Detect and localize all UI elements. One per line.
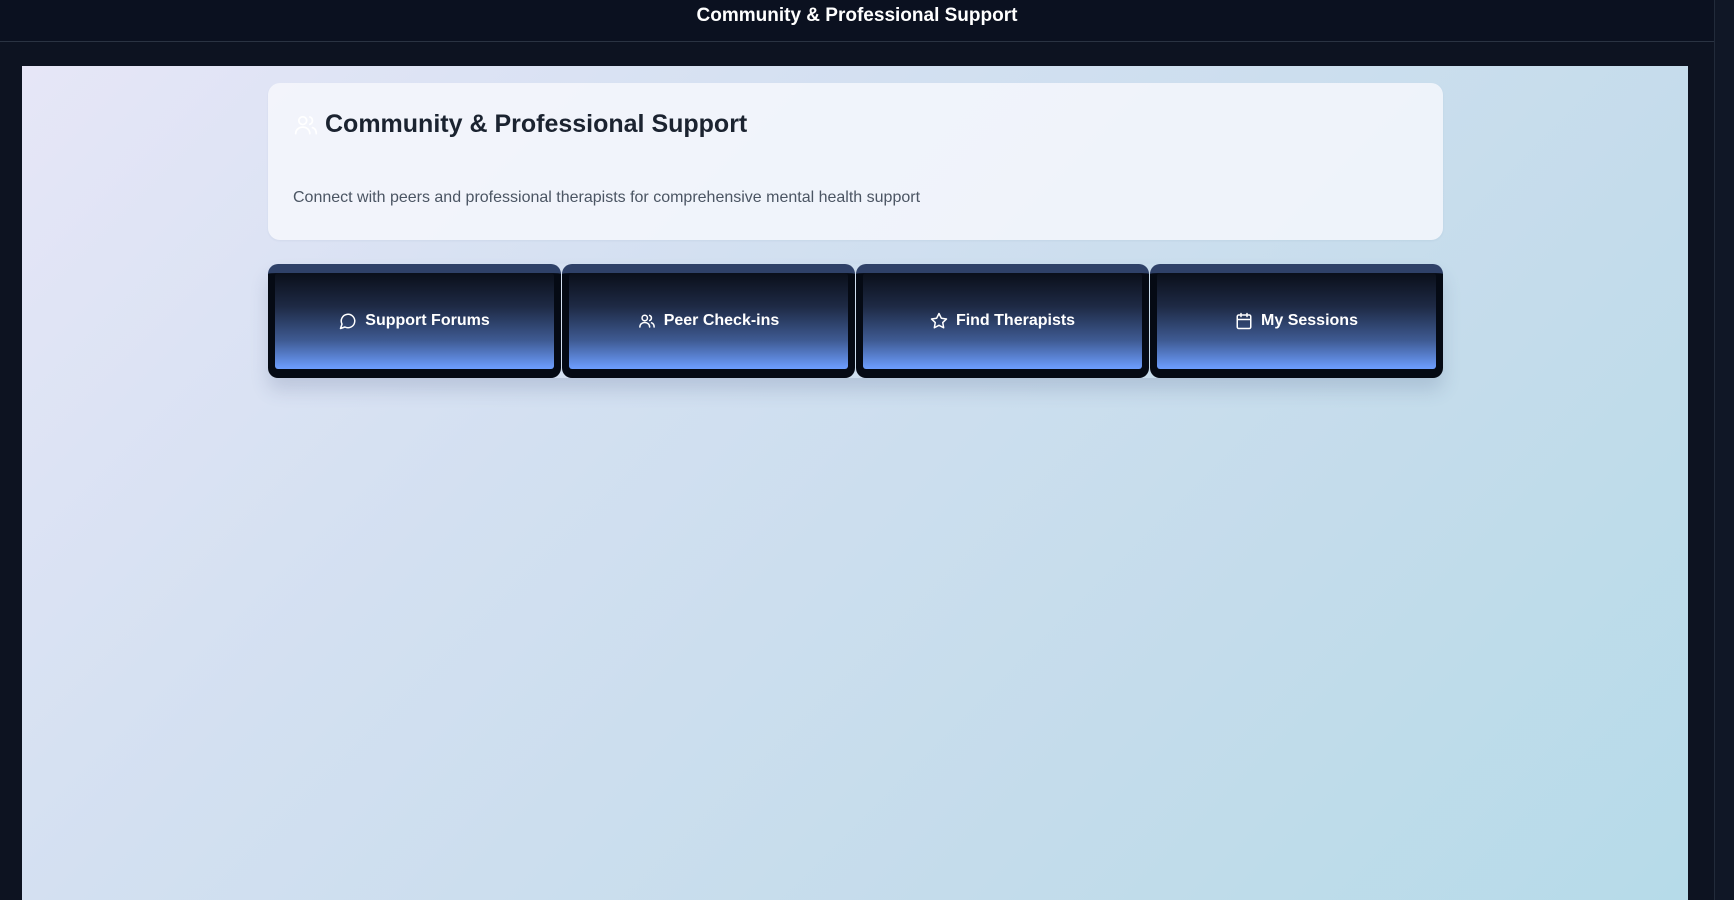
tab-my-sessions[interactable]: My Sessions (1150, 264, 1443, 378)
tab-bar: Support Forums Peer Check-ins Find Thera… (268, 264, 1443, 378)
tab-support-forums-button[interactable]: Support Forums (275, 273, 554, 369)
users-icon (638, 312, 656, 330)
message-circle-icon (339, 312, 357, 330)
page-title: Community & Professional Support (325, 110, 748, 138)
header-card: Community & Professional Support Connect… (268, 83, 1443, 240)
tab-peer-check-ins[interactable]: Peer Check-ins (562, 264, 855, 378)
app-title-bar: Community & Professional Support (0, 0, 1714, 42)
tab-label: My Sessions (1261, 312, 1358, 329)
header-title-row: Community & Professional Support (293, 110, 747, 139)
tab-my-sessions-button[interactable]: My Sessions (1157, 273, 1436, 369)
star-icon (930, 312, 948, 330)
tab-peer-check-ins-button[interactable]: Peer Check-ins (569, 273, 848, 369)
users-icon (293, 112, 319, 138)
tab-support-forums[interactable]: Support Forums (268, 264, 561, 378)
page-viewport: Community & Professional Support Connect… (22, 66, 1688, 900)
tab-label: Support Forums (365, 312, 490, 329)
app-title: Community & Professional Support (696, 5, 1018, 26)
tab-find-therapists-button[interactable]: Find Therapists (863, 273, 1142, 369)
calendar-icon (1235, 312, 1253, 330)
window-scrollbar[interactable] (1714, 0, 1734, 900)
page-description: Connect with peers and professional ther… (293, 189, 921, 206)
tab-find-therapists[interactable]: Find Therapists (856, 264, 1149, 378)
tab-label: Find Therapists (955, 312, 1076, 329)
tab-label: Peer Check-ins (663, 312, 780, 329)
